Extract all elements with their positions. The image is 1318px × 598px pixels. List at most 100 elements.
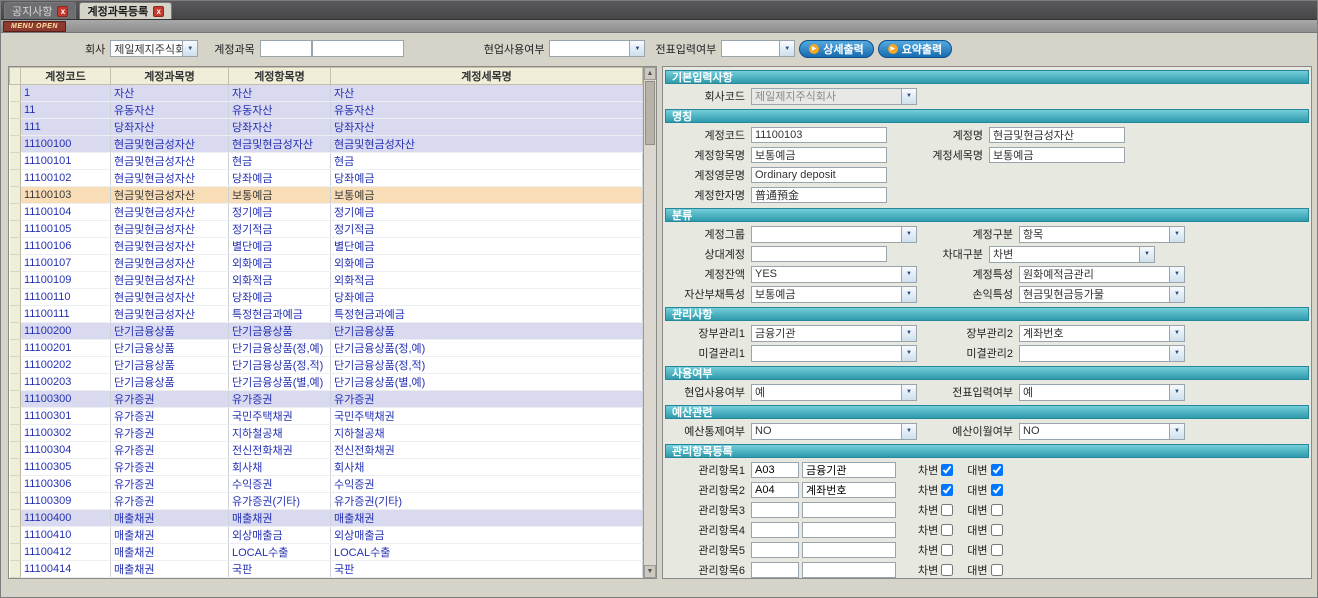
account-name-input[interactable] xyxy=(989,127,1125,143)
mgmt-item-code-input[interactable] xyxy=(751,502,799,518)
counter-account-input[interactable] xyxy=(751,246,887,262)
chevron-down-icon[interactable]: ▼ xyxy=(1169,346,1184,361)
scrollbar-track[interactable] xyxy=(644,146,656,565)
field-use-yn-combo[interactable]: 예▼ xyxy=(751,384,917,401)
chevron-down-icon[interactable]: ▼ xyxy=(1169,267,1184,282)
mgmt-item-name-input[interactable] xyxy=(802,502,896,518)
account-english-name-input[interactable] xyxy=(751,167,887,183)
account-characteristic-combo[interactable]: 원화예적금관리▼ xyxy=(1019,266,1185,283)
mgmt-item-code-input[interactable] xyxy=(751,522,799,538)
ledger-mgmt-2-combo[interactable]: 계좌번호▼ xyxy=(1019,325,1185,342)
account-detail-name-input[interactable] xyxy=(989,147,1125,163)
grid-row[interactable]: 11100305유가증권회사채회사채 xyxy=(10,459,643,476)
account-name-filter-input[interactable] xyxy=(312,40,404,57)
credit-checkbox[interactable] xyxy=(991,544,1003,556)
grid-header-code[interactable]: 계정코드 xyxy=(21,68,111,85)
asset-liability-characteristic-combo[interactable]: 보통예금▼ xyxy=(751,286,917,303)
grid-row[interactable]: 11100111현금및현금성자산특정현금과예금특정현금과예금 xyxy=(10,306,643,323)
chevron-down-icon[interactable]: ▼ xyxy=(901,385,916,400)
grid-row[interactable]: 11100309유가증권유가증권(기타)유가증권(기타) xyxy=(10,493,643,510)
debit-credit-division-combo[interactable]: 차변▼ xyxy=(989,246,1155,263)
credit-checkbox[interactable] xyxy=(991,564,1003,576)
close-icon[interactable]: x xyxy=(153,6,164,17)
grid-row[interactable]: 11100300유가증권유가증권유가증권 xyxy=(10,391,643,408)
grid-row[interactable]: 11100100현금및현금성자산현금및현금성자산현금및현금성자산 xyxy=(10,136,643,153)
debit-checkbox[interactable] xyxy=(941,544,953,556)
budget-carryover-yn-combo[interactable]: NO▼ xyxy=(1019,423,1185,440)
mgmt-item-code-input[interactable] xyxy=(751,482,799,498)
mgmt-item-name-input[interactable] xyxy=(802,482,896,498)
ledger-mgmt-1-combo[interactable]: 금융기관▼ xyxy=(751,325,917,342)
debit-checkbox[interactable] xyxy=(941,504,953,516)
grid-row[interactable]: 11100202단기금융상품단기금융상품(정,적)단기금융상품(정,적) xyxy=(10,357,643,374)
debit-checkbox[interactable] xyxy=(941,564,953,576)
slip-entry-filter-combo[interactable]: ▼ xyxy=(721,40,795,57)
grid-row[interactable]: 11100304유가증권전신전화채권전신전화채권 xyxy=(10,442,643,459)
mgmt-item-code-input[interactable] xyxy=(751,542,799,558)
field-use-filter-combo[interactable]: ▼ xyxy=(549,40,645,57)
grid-row[interactable]: 11100103현금및현금성자산보통예금보통예금 xyxy=(10,187,643,204)
credit-checkbox[interactable] xyxy=(991,504,1003,516)
chevron-down-icon[interactable]: ▼ xyxy=(901,287,916,302)
debit-checkbox[interactable] xyxy=(941,464,953,476)
grid-row[interactable]: 11100414매출채권국판국판 xyxy=(10,561,643,578)
open-item-mgmt-1-combo[interactable]: ▼ xyxy=(751,345,917,362)
chevron-down-icon[interactable]: ▼ xyxy=(1169,287,1184,302)
chevron-down-icon[interactable]: ▼ xyxy=(1169,424,1184,439)
credit-checkbox[interactable] xyxy=(991,464,1003,476)
grid-row[interactable]: 11100302유가증권지하철공채지하철공채 xyxy=(10,425,643,442)
grid-row[interactable]: 11100106현금및현금성자산별단예금별단예금 xyxy=(10,238,643,255)
open-item-mgmt-2-combo[interactable]: ▼ xyxy=(1019,345,1185,362)
scroll-down-icon[interactable]: ▼ xyxy=(644,565,656,578)
grid-row[interactable]: 11100400매출채권매출채권매출채권 xyxy=(10,510,643,527)
grid-row[interactable]: 11100203단기금융상품단기금융상품(별,예)단기금융상품(별,예) xyxy=(10,374,643,391)
account-code-filter-input[interactable] xyxy=(260,40,312,57)
menu-open-button[interactable]: MENU OPEN xyxy=(3,21,66,32)
grid-header-detail-name[interactable]: 계정세목명 xyxy=(331,68,643,85)
chevron-down-icon[interactable]: ▼ xyxy=(629,41,644,56)
chevron-down-icon[interactable]: ▼ xyxy=(1169,326,1184,341)
tab-notice[interactable]: 공지사항 x xyxy=(4,2,76,19)
grid-row[interactable]: 11100410매출채권외상매출금외상매출금 xyxy=(10,527,643,544)
account-hanja-name-input[interactable] xyxy=(751,187,887,203)
grid-row[interactable]: 11100306유가증권수익증권수익증권 xyxy=(10,476,643,493)
grid-row[interactable]: 11100107현금및현금성자산외화예금외화예금 xyxy=(10,255,643,272)
mgmt-item-name-input[interactable] xyxy=(802,462,896,478)
account-item-name-input[interactable] xyxy=(751,147,887,163)
account-balance-combo[interactable]: YES▼ xyxy=(751,266,917,283)
chevron-down-icon[interactable]: ▼ xyxy=(901,267,916,282)
debit-checkbox[interactable] xyxy=(941,524,953,536)
credit-checkbox[interactable] xyxy=(991,524,1003,536)
chevron-down-icon[interactable]: ▼ xyxy=(901,424,916,439)
mgmt-item-code-input[interactable] xyxy=(751,562,799,578)
detail-print-button[interactable]: ▶ 상세출력 xyxy=(799,40,873,58)
scrollbar-thumb[interactable] xyxy=(645,81,655,145)
chevron-down-icon[interactable]: ▼ xyxy=(1139,247,1154,262)
grid-row[interactable]: 11100110현금및현금성자산당좌예금당좌예금 xyxy=(10,289,643,306)
mgmt-item-code-input[interactable] xyxy=(751,462,799,478)
grid-row[interactable]: 1자산자산자산 xyxy=(10,85,643,102)
tab-account-registration[interactable]: 계정과목등록 x xyxy=(79,2,172,19)
grid-row[interactable]: 11100412매출채권LOCAL수출LOCAL수출 xyxy=(10,544,643,561)
scroll-up-icon[interactable]: ▲ xyxy=(644,67,656,80)
chevron-down-icon[interactable]: ▼ xyxy=(1169,227,1184,242)
grid-row[interactable]: 11100102현금및현금성자산당좌예금당좌예금 xyxy=(10,170,643,187)
budget-control-yn-combo[interactable]: NO▼ xyxy=(751,423,917,440)
grid-row[interactable]: 11100101현금및현금성자산현금현금 xyxy=(10,153,643,170)
mgmt-item-name-input[interactable] xyxy=(802,542,896,558)
chevron-down-icon[interactable]: ▼ xyxy=(182,41,197,56)
account-code-input[interactable] xyxy=(751,127,887,143)
mgmt-item-name-input[interactable] xyxy=(802,562,896,578)
company-code-combo[interactable]: 제일제지주식회사▼ xyxy=(751,88,917,105)
grid-scrollbar[interactable]: ▲ ▼ xyxy=(643,67,656,578)
debit-checkbox[interactable] xyxy=(941,484,953,496)
company-combo[interactable]: 제일제지주식회사 ▼ xyxy=(110,40,198,57)
chevron-down-icon[interactable]: ▼ xyxy=(901,89,916,104)
chevron-down-icon[interactable]: ▼ xyxy=(1169,385,1184,400)
grid-row[interactable]: 11100201단기금융상품단기금융상품(정,예)단기금융상품(정,예) xyxy=(10,340,643,357)
chevron-down-icon[interactable]: ▼ xyxy=(901,227,916,242)
account-group-combo[interactable]: ▼ xyxy=(751,226,917,243)
grid-row[interactable]: 11유동자산유동자산유동자산 xyxy=(10,102,643,119)
chevron-down-icon[interactable]: ▼ xyxy=(901,326,916,341)
mgmt-item-name-input[interactable] xyxy=(802,522,896,538)
